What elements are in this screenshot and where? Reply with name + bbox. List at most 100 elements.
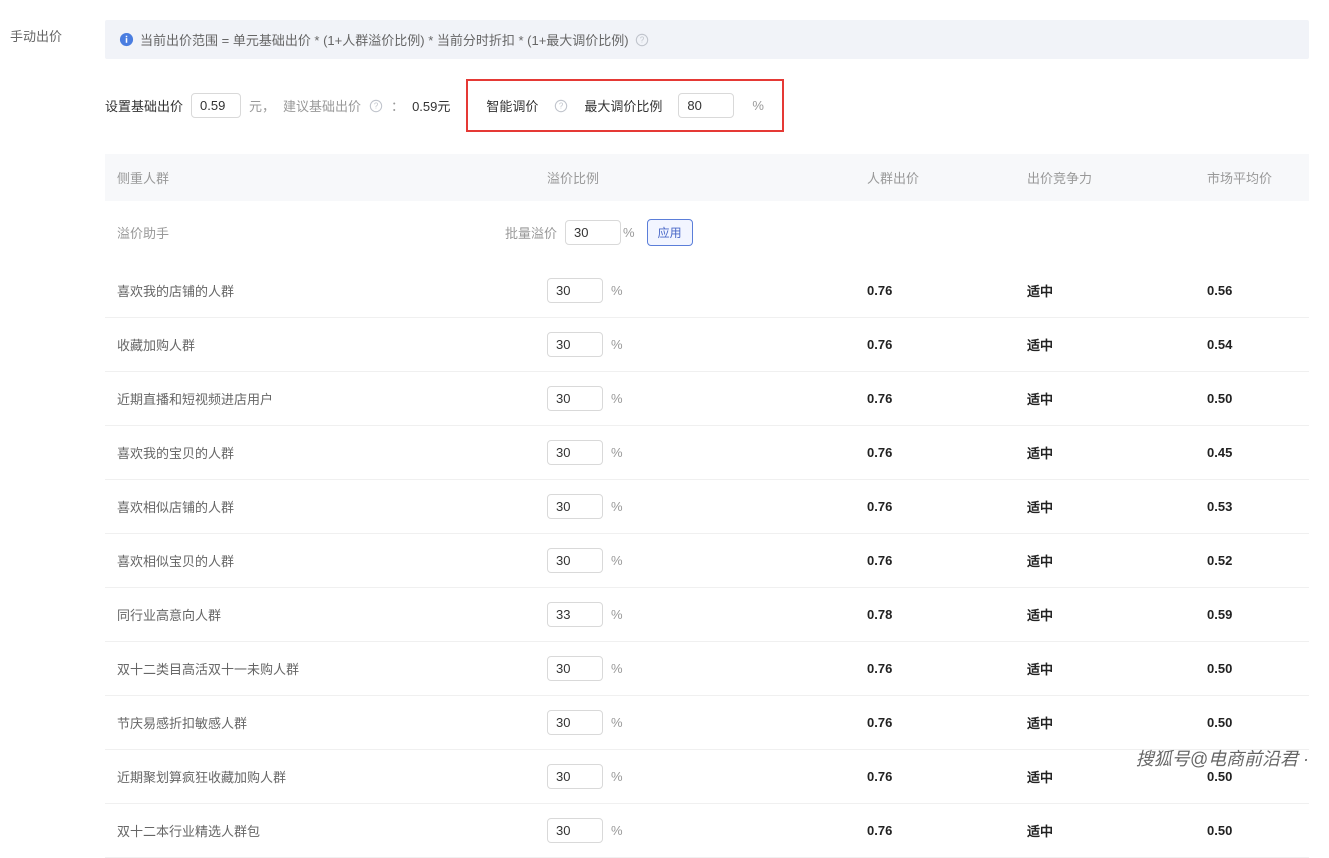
percent-unit: % (611, 769, 623, 784)
svg-text:?: ? (559, 101, 564, 110)
help-icon[interactable]: ? (369, 99, 383, 113)
th-comp: 出价竞争力 (1027, 168, 1207, 187)
base-bid-input[interactable] (191, 93, 241, 118)
bid-value: 0.78 (867, 607, 1027, 622)
suggest-bid-value: 0.59元 (412, 96, 450, 115)
market-avg-value: 0.45 (1207, 445, 1297, 460)
market-avg-value: 0.59 (1207, 607, 1297, 622)
info-icon (119, 32, 134, 47)
premium-input[interactable] (547, 710, 603, 735)
audience-name: 喜欢我的店铺的人群 (117, 281, 547, 300)
bid-value: 0.76 (867, 445, 1027, 460)
premium-input[interactable] (547, 548, 603, 573)
premium-input[interactable] (547, 278, 603, 303)
market-avg-value: 0.56 (1207, 283, 1297, 298)
market-avg-value: 0.50 (1207, 391, 1297, 406)
bid-value: 0.76 (867, 823, 1027, 838)
formula-bar: 当前出价范围 = 单元基础出价 * (1+人群溢价比例) * 当前分时折扣 * … (105, 20, 1309, 59)
premium-input[interactable] (547, 656, 603, 681)
premium-helper-row: 溢价助手 批量溢价 % 应用 (105, 201, 1309, 264)
percent-unit: % (611, 607, 623, 622)
audience-name: 双十二类目高活双十一未购人群 (117, 659, 547, 678)
percent-unit: % (611, 715, 623, 730)
th-bid: 人群出价 (867, 168, 1027, 187)
competitiveness-value: 适中 (1027, 443, 1207, 462)
suggest-colon: ： (391, 96, 404, 115)
competitiveness-value: 适中 (1027, 713, 1207, 732)
table-row: 喜欢相似店铺的人群%0.76适中0.53 (105, 480, 1309, 534)
audience-name: 近期聚划算疯狂收藏加购人群 (117, 767, 547, 786)
base-bid-label: 设置基础出价 (105, 96, 183, 115)
svg-text:?: ? (639, 35, 644, 44)
suggest-bid-label: 建议基础出价 (283, 96, 361, 115)
competitiveness-value: 适中 (1027, 389, 1207, 408)
market-avg-value: 0.50 (1207, 823, 1297, 838)
max-adjust-label: 最大调价比例 (584, 96, 662, 115)
bid-value: 0.76 (867, 337, 1027, 352)
table-row: 近期直播和短视频进店用户% 0.76适中0.50 (105, 372, 1309, 426)
market-avg-value: 0.54 (1207, 337, 1297, 352)
audience-name: 节庆易感折扣敏感人群 (117, 713, 547, 732)
competitiveness-value: 适中 (1027, 281, 1207, 300)
percent-unit: % (752, 98, 764, 113)
bid-value: 0.76 (867, 715, 1027, 730)
market-avg-value: 0.50 (1207, 661, 1297, 676)
bid-value: 0.76 (867, 769, 1027, 784)
percent-unit: % (611, 661, 623, 676)
premium-input[interactable] (547, 764, 603, 789)
th-premium: 溢价比例 (547, 168, 867, 187)
audience-name: 双十二本行业精选人群包 (117, 821, 547, 840)
table-row: 同行业高意向人群% 0.78适中0.59 (105, 588, 1309, 642)
audience-name: 喜欢我的宝贝的人群 (117, 443, 547, 462)
smart-adjust-label: 智能调价 (486, 96, 538, 115)
table-row: 喜欢我的店铺的人群% 0.76适中0.56 (105, 264, 1309, 318)
premium-input[interactable] (547, 386, 603, 411)
competitiveness-value: 适中 (1027, 605, 1207, 624)
help-icon[interactable]: ? (554, 99, 568, 113)
formula-text: 当前出价范围 = 单元基础出价 * (1+人群溢价比例) * 当前分时折扣 * … (140, 30, 629, 49)
svg-text:?: ? (374, 101, 379, 110)
table-row: 双十二类目高活双十一未购人群% 0.76适中0.50 (105, 642, 1309, 696)
base-bid-unit-prefix: 元， (249, 96, 275, 115)
competitiveness-value: 适中 (1027, 821, 1207, 840)
premium-input[interactable] (547, 494, 603, 519)
premium-input[interactable] (547, 602, 603, 627)
competitiveness-value: 适中 (1027, 551, 1207, 570)
audience-name: 近期直播和短视频进店用户 (117, 389, 547, 408)
market-avg-value: 0.53 (1207, 499, 1297, 514)
manual-bid-section-label: 手动出价 (10, 20, 105, 858)
max-adjust-input[interactable] (678, 93, 734, 118)
batch-premium-input[interactable] (565, 220, 621, 245)
smart-adjust-highlight-box: 智能调价 ? 最大调价比例 % (466, 79, 784, 132)
apply-button[interactable]: 应用 (647, 219, 693, 246)
percent-unit: % (611, 283, 623, 298)
audience-name: 喜欢相似宝贝的人群 (117, 551, 547, 570)
table-row: 双十二本行业精选人群包%0.76适中0.50 (105, 804, 1309, 858)
competitiveness-value: 适中 (1027, 659, 1207, 678)
percent-unit: % (611, 337, 623, 352)
market-avg-value: 0.50 (1207, 715, 1297, 730)
percent-unit: % (611, 445, 623, 460)
table-row: 喜欢相似宝贝的人群%0.76适中0.52 (105, 534, 1309, 588)
premium-input[interactable] (547, 818, 603, 843)
percent-unit: % (611, 553, 623, 568)
audience-table: 侧重人群 溢价比例 人群出价 出价竞争力 市场平均价 溢价助手 批量溢价 % 应… (105, 154, 1309, 858)
percent-unit: % (611, 391, 623, 406)
bid-value: 0.76 (867, 553, 1027, 568)
percent-unit: % (623, 225, 635, 240)
audience-name: 收藏加购人群 (117, 335, 547, 354)
competitiveness-value: 适中 (1027, 335, 1207, 354)
audience-name: 同行业高意向人群 (117, 605, 547, 624)
batch-premium-label: 批量溢价 (505, 223, 557, 242)
bid-value: 0.76 (867, 661, 1027, 676)
th-avg: 市场平均价 (1207, 168, 1297, 187)
table-header: 侧重人群 溢价比例 人群出价 出价竞争力 市场平均价 (105, 154, 1309, 201)
percent-unit: % (611, 499, 623, 514)
bid-value: 0.76 (867, 283, 1027, 298)
help-icon[interactable]: ? (635, 33, 649, 47)
th-name: 侧重人群 (117, 168, 547, 187)
premium-input[interactable] (547, 332, 603, 357)
table-row: 收藏加购人群% 0.76适中0.54 (105, 318, 1309, 372)
bid-value: 0.76 (867, 391, 1027, 406)
premium-input[interactable] (547, 440, 603, 465)
